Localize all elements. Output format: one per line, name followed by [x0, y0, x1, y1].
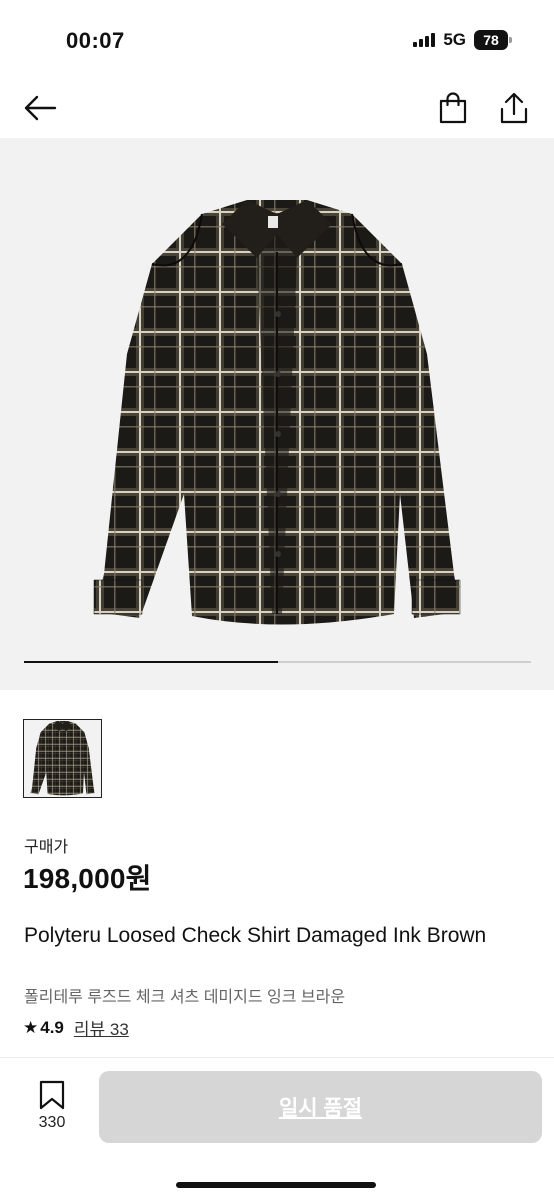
arrow-left-icon	[24, 95, 57, 121]
share-button[interactable]	[496, 90, 532, 126]
product-detail-page: 00:07 5G 78 구매가 198,000원 Polyteru Loosed…	[0, 0, 554, 1200]
bookmark-button[interactable]: 330	[30, 1080, 74, 1136]
product-name: Polyteru Loosed Check Shirt Damaged Ink …	[24, 924, 487, 947]
share-icon	[500, 92, 528, 124]
shirt-image	[93, 200, 461, 625]
status-bar: 00:07 5G 78	[0, 0, 554, 80]
sold-out-button[interactable]: 일시 품절	[99, 1071, 542, 1143]
product-image-carousel[interactable]	[0, 138, 554, 690]
review-link[interactable]: 리뷰 33	[74, 1015, 129, 1040]
cart-button[interactable]	[435, 90, 471, 126]
price-value: 198,000원	[23, 863, 152, 894]
status-time: 00:07	[66, 28, 125, 53]
home-indicator	[176, 1182, 376, 1188]
battery-icon: 78	[474, 30, 512, 50]
bookmark-count: 330	[38, 1114, 66, 1131]
signal-icon	[413, 33, 436, 47]
price-label: 구매가	[24, 839, 69, 856]
bookmark-icon	[39, 1080, 65, 1110]
rating-score: 4.9	[40, 1017, 64, 1037]
back-button[interactable]	[22, 90, 58, 126]
carousel-progress-fill	[24, 661, 278, 663]
product-name-ko: 폴리테루 루즈드 체크 셔츠 데미지드 잉크 브라운	[24, 989, 346, 1006]
battery-level: 78	[483, 32, 499, 48]
star-icon: ★	[23, 1017, 39, 1037]
network-type: 5G	[443, 30, 466, 49]
carousel-progress-track	[24, 661, 531, 663]
status-indicators: 5G 78	[413, 30, 512, 50]
top-nav	[0, 80, 554, 136]
product-thumbnail[interactable]	[23, 719, 102, 798]
shirt-thumbnail-image	[30, 721, 95, 796]
divider	[0, 1057, 554, 1058]
shopping-bag-icon	[439, 92, 467, 124]
rating-row: ★ 4.9 리뷰 33	[23, 1015, 129, 1040]
